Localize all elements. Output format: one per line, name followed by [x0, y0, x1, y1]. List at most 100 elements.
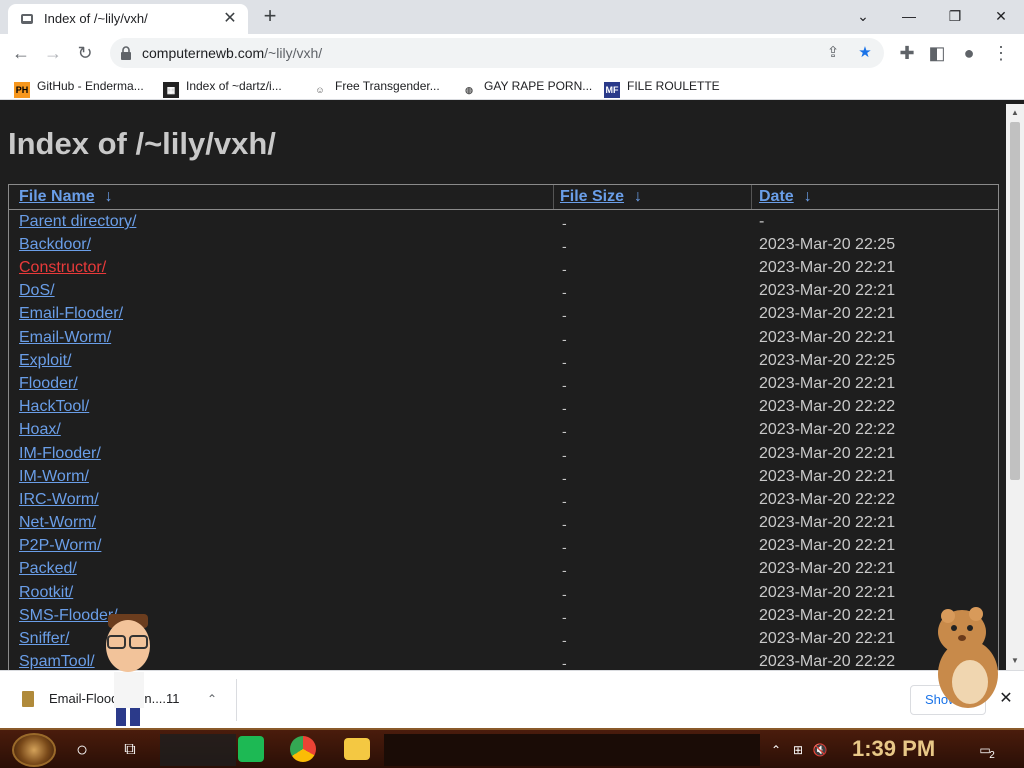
cortana-circle-icon[interactable]: ○ — [70, 738, 94, 762]
bookmark-item[interactable]: ☺ Free Transgender... — [312, 77, 439, 95]
file-size: - — [562, 307, 567, 323]
scroll-down-icon[interactable]: ▼ — [1010, 656, 1020, 666]
table-row: HackTool/ - 2023-Mar-20 22:22 — [9, 396, 998, 419]
table-row: Email-Worm/ - 2023-Mar-20 22:21 — [9, 327, 998, 350]
table-row: DoS/ - 2023-Mar-20 22:21 — [9, 280, 998, 303]
file-link[interactable]: P2P-Worm/ — [19, 537, 101, 555]
file-listing-table: File Name ↓ File Size ↓ Date ↓ Parent direc… — [8, 184, 999, 670]
menu-kebab-icon[interactable]: ⋮ — [988, 40, 1014, 66]
file-date: 2023-Mar-20 22:22 — [759, 491, 896, 508]
network-icon[interactable]: ⊞ — [790, 742, 806, 758]
table-row: Parent directory/ - - — [9, 211, 998, 234]
task-view-icon[interactable]: ⧉ — [118, 738, 142, 762]
file-date: 2023-Mar-20 22:21 — [759, 282, 896, 299]
cartoon-character-sprite — [106, 614, 150, 726]
file-link[interactable]: DoS/ — [19, 282, 55, 300]
lock-icon[interactable] — [120, 46, 132, 60]
table-row: Flooder/ - 2023-Mar-20 22:21 — [9, 373, 998, 396]
file-link[interactable]: Rootkit/ — [19, 584, 73, 602]
file-date: 2023-Mar-20 22:21 — [759, 329, 896, 346]
back-button[interactable]: ← — [8, 40, 34, 66]
file-link[interactable]: IM-Flooder/ — [19, 445, 101, 463]
clock-time[interactable]: 1:39 PM — [852, 736, 935, 762]
file-link[interactable]: HackTool/ — [19, 398, 89, 416]
column-header-name[interactable]: File Name ↓ — [19, 188, 113, 206]
file-link[interactable]: IRC-Worm/ — [19, 491, 99, 509]
new-tab-button[interactable]: + — [258, 5, 282, 29]
roulette-icon: MF — [604, 82, 620, 98]
chevron-up-icon[interactable]: ⌃ — [204, 689, 220, 709]
column-header-date[interactable]: Date ↓ — [759, 188, 812, 206]
tab-title: Index of /~lily/vxh/ — [44, 11, 148, 26]
profile-avatar-icon[interactable]: ● — [956, 40, 982, 66]
spotify-app-icon[interactable] — [238, 736, 264, 762]
file-date: 2023-Mar-20 22:21 — [759, 259, 896, 276]
bookmark-item[interactable]: PH GitHub - Enderma... — [14, 77, 144, 98]
sort-arrow-icon: ↓ — [803, 188, 812, 205]
table-row: Exploit/ - 2023-Mar-20 22:25 — [9, 350, 998, 373]
minimize-button[interactable]: — — [886, 0, 932, 34]
share-icon[interactable]: ⇪ — [822, 42, 844, 64]
column-divider — [553, 185, 554, 209]
file-link[interactable]: Net-Worm/ — [19, 514, 96, 532]
column-header-size[interactable]: File Size ↓ — [560, 188, 642, 206]
bookmark-item[interactable]: ▦ Index of ~dartz/i... — [163, 77, 282, 98]
file-link[interactable]: Hoax/ — [19, 421, 61, 439]
start-button[interactable] — [12, 733, 56, 767]
taskbar-search-area[interactable] — [160, 734, 236, 766]
file-date: 2023-Mar-20 22:21 — [759, 607, 896, 624]
bookmark-item[interactable]: MF FILE ROULETTE — [604, 77, 720, 98]
file-link[interactable]: Parent directory/ — [19, 213, 136, 231]
file-size: - — [562, 215, 567, 231]
file-size: - — [562, 609, 567, 625]
window-close-button[interactable]: ✕ — [978, 0, 1024, 34]
bookmark-item[interactable]: ◍ GAY RAPE PORN... — [461, 77, 592, 95]
file-link[interactable]: Exploit/ — [19, 352, 71, 370]
reload-button[interactable]: ↻ — [72, 40, 98, 66]
notification-count: 2 — [989, 750, 995, 761]
file-link[interactable]: Packed/ — [19, 560, 77, 578]
forward-button[interactable]: → — [40, 40, 66, 66]
chrome-app-icon[interactable] — [290, 736, 316, 762]
file-link[interactable]: SpamTool/ — [19, 653, 95, 670]
scroll-up-icon[interactable]: ▲ — [1010, 108, 1020, 118]
file-date: 2023-Mar-20 22:21 — [759, 445, 896, 462]
table-row: IRC-Worm/ - 2023-Mar-20 22:22 — [9, 489, 998, 512]
hamster-sprite — [938, 607, 998, 708]
tab-close-icon[interactable]: ✕ — [220, 9, 240, 29]
address-bar[interactable]: computernewb.com/~lily/vxh/ ⇪ ★ — [110, 38, 884, 68]
file-size: - — [562, 470, 567, 486]
file-date: 2023-Mar-20 22:21 — [759, 514, 896, 531]
extensions-icon[interactable]: ✚ — [894, 40, 920, 66]
file-size: - — [562, 655, 567, 670]
tab-search-button[interactable]: ⌄ — [840, 0, 886, 34]
file-link[interactable]: Email-Worm/ — [19, 329, 111, 347]
tab-strip: Index of /~lily/vxh/ ✕ + ⌄ — ❐ ✕ — [0, 0, 1024, 34]
scrollbar-thumb[interactable] — [1010, 122, 1020, 480]
table-row: IM-Flooder/ - 2023-Mar-20 22:21 — [9, 443, 998, 466]
bookmark-star-icon[interactable]: ★ — [854, 42, 876, 64]
page-content: Index of /~lily/vxh/ File Name ↓ File Siz… — [0, 104, 1006, 670]
table-row: Packed/ - 2023-Mar-20 22:21 — [9, 558, 998, 581]
bookmark-label: Index of ~dartz/i... — [186, 79, 282, 93]
file-link[interactable]: IM-Worm/ — [19, 468, 89, 486]
file-date: 2023-Mar-20 22:22 — [759, 398, 896, 415]
file-date: 2023-Mar-20 22:21 — [759, 560, 896, 577]
page-scrollbar[interactable]: ▲ ▼ — [1006, 104, 1024, 670]
file-size: - — [562, 562, 567, 578]
side-panel-icon[interactable]: ◧ — [924, 40, 950, 66]
file-link[interactable]: Sniffer/ — [19, 630, 69, 648]
file-explorer-icon[interactable] — [344, 738, 370, 760]
volume-muted-icon[interactable]: 🔇 — [812, 742, 828, 758]
file-date: 2023-Mar-20 22:21 — [759, 375, 896, 392]
tab-active[interactable]: Index of /~lily/vxh/ ✕ — [8, 4, 248, 34]
file-link[interactable]: Flooder/ — [19, 375, 78, 393]
archive-file-icon — [22, 691, 34, 707]
file-link[interactable]: Backdoor/ — [19, 236, 91, 254]
restore-button[interactable]: ❐ — [932, 0, 978, 34]
tray-overflow-icon[interactable]: ⌃ — [768, 742, 784, 758]
file-link[interactable]: Constructor/ — [19, 259, 106, 277]
file-link[interactable]: Email-Flooder/ — [19, 305, 123, 323]
bookmark-label: GitHub - Enderma... — [37, 79, 144, 93]
file-size: - — [562, 400, 567, 416]
